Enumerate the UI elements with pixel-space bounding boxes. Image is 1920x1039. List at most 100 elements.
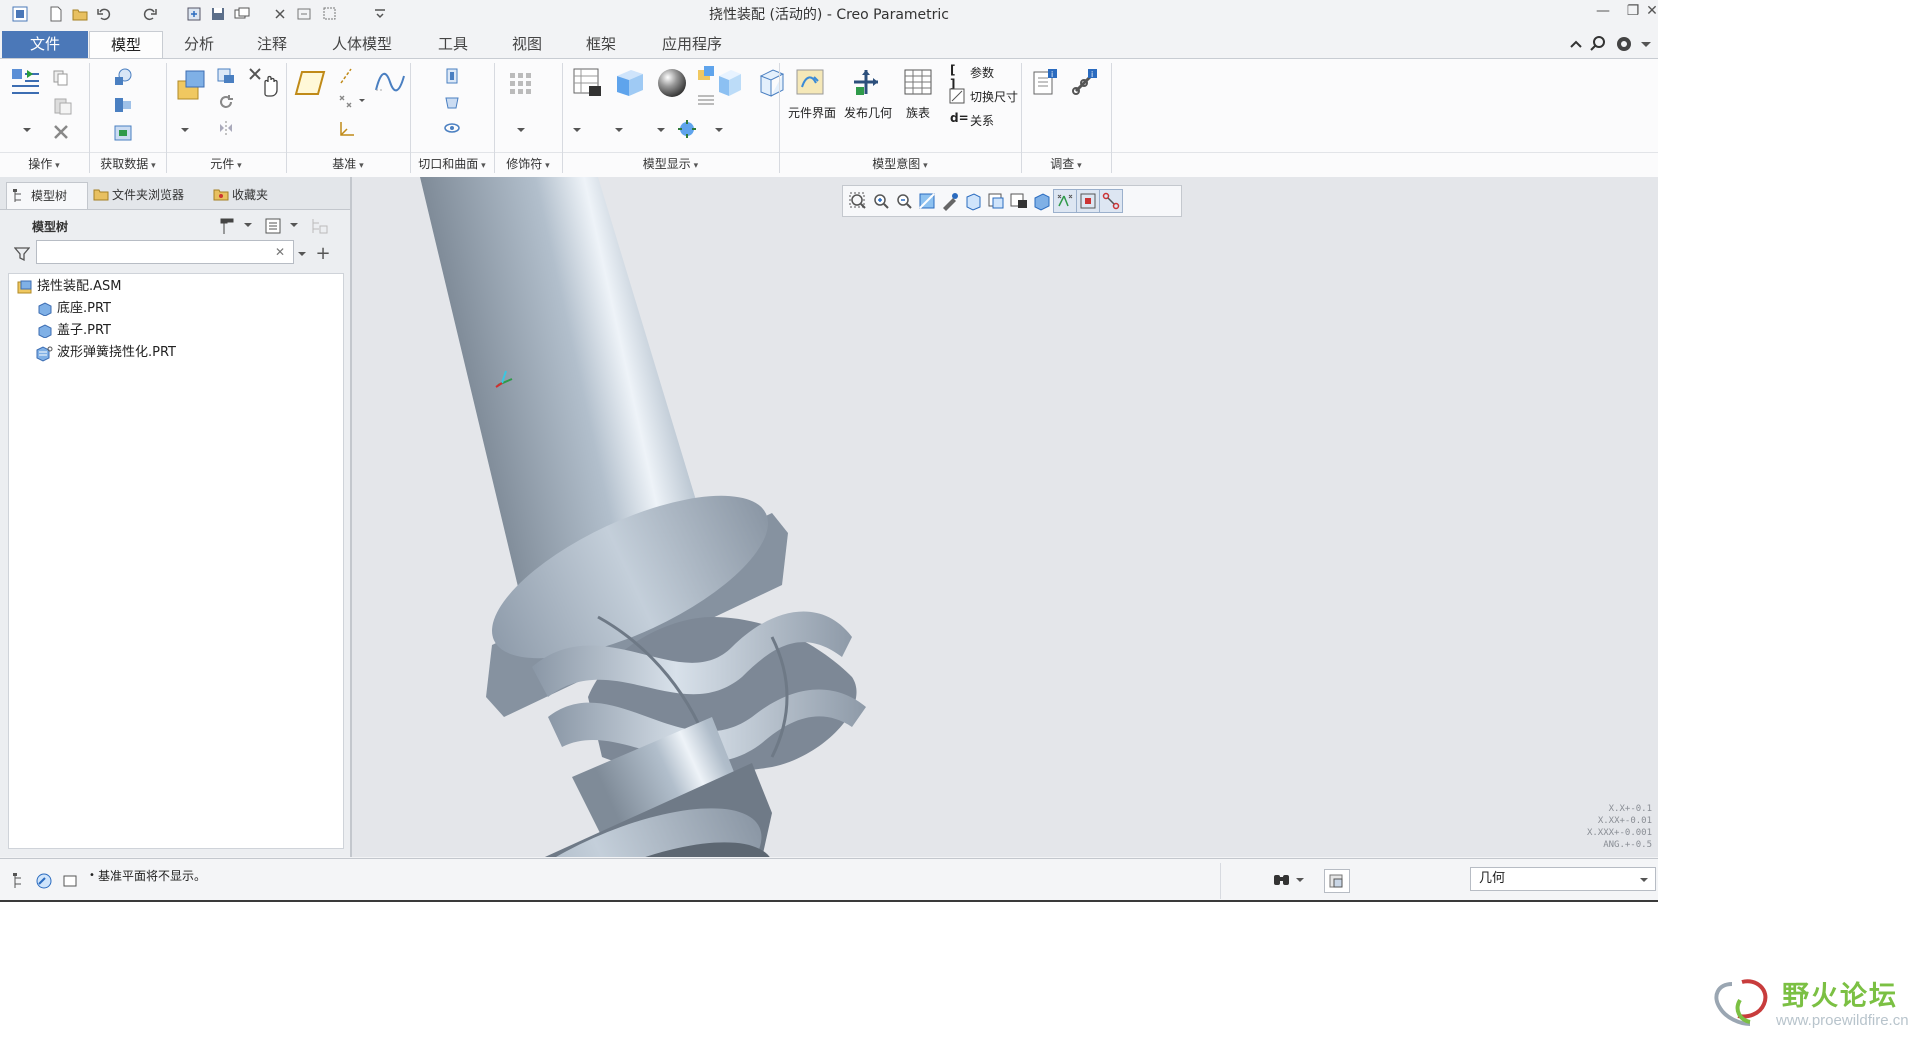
switch-dimensions-icon[interactable]: [948, 87, 966, 105]
family-table-button[interactable]: 族表: [898, 104, 938, 121]
open-folder-icon[interactable]: [70, 4, 90, 24]
clear-search-button[interactable]: ✕: [272, 244, 288, 260]
tab-applications[interactable]: 应用程序: [644, 31, 740, 58]
spin-center-icon[interactable]: [1076, 189, 1100, 213]
tree-node-assembly[interactable]: 挠性装配.ASM: [15, 276, 122, 298]
datum-axis-icon[interactable]: [334, 65, 358, 87]
collapse-ribbon-icon[interactable]: [1566, 34, 1586, 54]
tab-tools[interactable]: 工具: [418, 31, 488, 58]
manage-views-icon[interactable]: [570, 65, 606, 101]
assemble-button[interactable]: [172, 65, 210, 105]
switch-dimensions-button[interactable]: 切换尺寸: [970, 88, 1018, 105]
orientation-dropdown-icon[interactable]: [610, 121, 628, 139]
publish-geometry-button[interactable]: 发布几何: [842, 104, 894, 121]
tab-analysis[interactable]: 分析: [164, 31, 234, 58]
views-dropdown-icon[interactable]: [568, 121, 586, 139]
refit-icon[interactable]: [847, 190, 869, 212]
customize-toolbar-icon[interactable]: [370, 4, 390, 24]
redo-icon[interactable]: [140, 4, 160, 24]
selection-filter-dropdown[interactable]: 几何: [1470, 867, 1656, 891]
repeat-icon[interactable]: [214, 91, 238, 113]
display-style-icon[interactable]: [674, 117, 700, 141]
add-icon[interactable]: +: [314, 243, 332, 264]
regenerate-icon[interactable]: [184, 4, 204, 24]
model-player-icon[interactable]: i: [1028, 65, 1062, 99]
toggle-navigator-icon[interactable]: [10, 871, 30, 891]
appearance-dropdown-icon[interactable]: [652, 121, 670, 139]
save-icon[interactable]: [208, 4, 228, 24]
reference-viewer-icon[interactable]: i: [1068, 65, 1102, 99]
windows-icon[interactable]: [232, 4, 252, 24]
paste-icon[interactable]: [50, 95, 76, 117]
zoom-in-icon[interactable]: [870, 190, 892, 212]
select-box-icon[interactable]: [320, 4, 340, 24]
relations-button[interactable]: 关系: [970, 112, 994, 129]
group-model-intent[interactable]: 模型意图: [780, 154, 1020, 174]
assemble-dropdown-icon[interactable]: [176, 121, 194, 139]
help-dropdown-icon[interactable]: [1636, 34, 1656, 54]
pattern-icon[interactable]: [504, 67, 538, 101]
tree-node-part[interactable]: 底座.PRT: [35, 298, 111, 320]
operations-dropdown-icon[interactable]: [18, 121, 36, 139]
search-icon[interactable]: [1588, 34, 1608, 54]
datum-point-icon[interactable]: [334, 89, 370, 113]
relations-icon[interactable]: d=: [950, 111, 969, 125]
drag-components-icon[interactable]: [246, 65, 282, 101]
find-icon[interactable]: [1270, 869, 1294, 891]
app-menu-icon[interactable]: [10, 4, 30, 24]
display-style-dropdown-icon[interactable]: [710, 121, 728, 139]
undo-icon[interactable]: [94, 4, 114, 24]
settings-icon[interactable]: [216, 215, 238, 237]
display-style-view-icon[interactable]: [939, 190, 961, 212]
shrinkwrap-icon[interactable]: [110, 121, 136, 145]
tree-node-flexible-part[interactable]: 波形弹簧挠性化.PRT: [35, 342, 176, 364]
component-interface-button[interactable]: 元件界面: [786, 104, 838, 121]
sketch-curve-icon[interactable]: [372, 65, 408, 101]
zoom-out-icon[interactable]: [893, 190, 915, 212]
repaint-icon[interactable]: [916, 190, 938, 212]
group-investigate[interactable]: 调查: [1022, 154, 1110, 174]
component-interface-icon[interactable]: [792, 65, 828, 99]
tab-manikin[interactable]: 人体模型: [316, 31, 408, 58]
family-table-icon[interactable]: [900, 65, 936, 99]
tree-columns-icon[interactable]: [308, 215, 330, 237]
group-datum[interactable]: 基准: [287, 154, 409, 174]
datum-plane-button[interactable]: [292, 65, 328, 101]
appearances-icon[interactable]: [654, 65, 690, 101]
coordinate-system-icon[interactable]: [334, 117, 358, 141]
toggle-display-icon[interactable]: [294, 4, 314, 24]
close-window-icon[interactable]: [270, 4, 290, 24]
copy-icon[interactable]: [50, 67, 72, 89]
publish-geometry-icon[interactable]: [848, 65, 884, 99]
revolve-cut-icon[interactable]: [440, 91, 464, 113]
tab-folder-browser[interactable]: 文件夹浏览器: [88, 182, 208, 208]
full-screen-icon[interactable]: [60, 871, 80, 891]
parameters-button[interactable]: 参数: [970, 64, 994, 81]
tab-favorites[interactable]: 收藏夹: [208, 182, 288, 208]
tab-model-tree[interactable]: 模型树: [6, 182, 88, 209]
search-options-dropdown-icon[interactable]: [296, 248, 308, 260]
minimize-button[interactable]: —: [1592, 3, 1614, 23]
group-component[interactable]: 元件: [167, 154, 285, 174]
user-defined-feature-icon[interactable]: [110, 65, 136, 89]
regenerate-button[interactable]: [8, 65, 44, 101]
mirror-component-icon[interactable]: [214, 117, 238, 139]
group-cut-surface[interactable]: 切口和曲面: [411, 154, 493, 174]
new-file-icon[interactable]: [46, 4, 66, 24]
perspective-icon[interactable]: [1008, 190, 1030, 212]
settings-dropdown-icon[interactable]: [242, 219, 254, 231]
tree-node-part[interactable]: 盖子.PRT: [35, 320, 111, 342]
saved-orientations-icon[interactable]: [962, 190, 984, 212]
show-dropdown-icon[interactable]: [288, 219, 300, 231]
help-icon[interactable]: [1614, 34, 1634, 54]
tab-file[interactable]: 文件: [2, 31, 88, 58]
view-manager-icon[interactable]: [985, 190, 1007, 212]
modifiers-dropdown-icon[interactable]: [512, 121, 530, 139]
show-icon[interactable]: [262, 215, 284, 237]
extrude-cut-icon[interactable]: [440, 65, 464, 87]
wireframe-icon[interactable]: [754, 65, 790, 101]
shading-icon[interactable]: [712, 65, 748, 101]
close-button[interactable]: ✕: [1646, 3, 1658, 23]
selection-filter-icon[interactable]: [1324, 869, 1350, 893]
graphics-area[interactable]: X.X+-0.1 X.XX+-0.01 X.XXX+-0.001 ANG.+-0…: [352, 177, 1658, 857]
